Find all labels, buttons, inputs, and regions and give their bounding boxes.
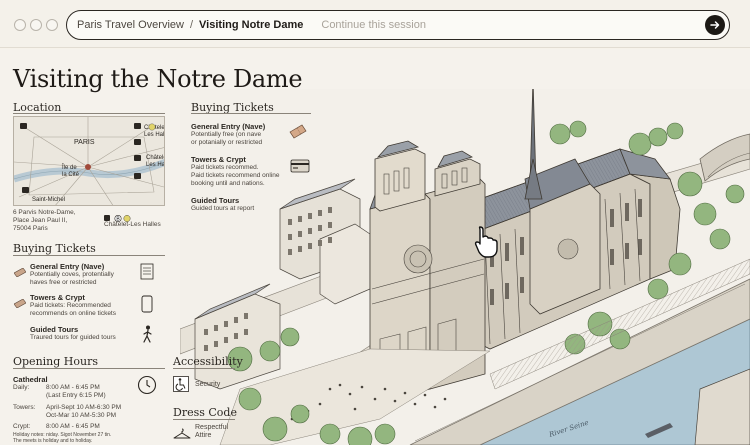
ticket-icon (289, 124, 307, 145)
dress-code-heading: Dress Code (173, 406, 237, 419)
cathedral-label: Cathedral (13, 375, 48, 384)
map-label-saint-michel: Saint-Michel (32, 197, 65, 203)
ticket-item-towers: Towers & Crypt Paid tickets recommed. Pa… (191, 155, 301, 187)
maximize-window-button[interactable] (46, 19, 58, 31)
hours-row-label: Daily: (13, 384, 30, 391)
page-content: River Seine Visiting the Notre Dame Loca… (0, 49, 750, 445)
ticket-item-general: General Entry (Nave) Potentially coves, … (30, 262, 140, 287)
breadcrumb-item[interactable]: Paris Travel Overview (77, 19, 184, 31)
location-map[interactable]: PARIS Île dela Cité Saint-Michel Châtele… (13, 116, 165, 206)
ticket-item-text: Potentially free (on nave or potanially … (191, 131, 263, 146)
accessibility-label: Security (195, 381, 221, 388)
ticket-item-guided: Guided Tours Traured tours for guided to… (30, 325, 140, 342)
continue-session-input[interactable] (321, 19, 702, 31)
ticket-item-general: General Entry (Nave) Potentially free (o… (191, 122, 301, 147)
map-label-chatelet-2: Châtelet-Les Halles (146, 155, 165, 168)
ticket-icon (13, 295, 27, 313)
buying-tickets-heading: Buying Tickets (13, 242, 96, 255)
map-label-chatelet-3: Châtelet-Les Halles (104, 221, 161, 228)
divider (173, 419, 235, 420)
hours-row-label: Crypt: (13, 423, 31, 430)
ticket-item-title: Towers & Crypt (30, 293, 85, 302)
session-bar: Paris Travel Overview / Visiting Notre D… (66, 10, 730, 40)
map-label-paris: PARIS (74, 139, 95, 146)
phone-icon (141, 295, 153, 318)
breadcrumb-separator: / (189, 19, 194, 31)
clock-icon (137, 375, 157, 400)
ticket-item-title: Guided Tours (30, 325, 79, 334)
ticket-item-title: General Entry (Nave) (191, 122, 266, 131)
hours-row-label: Towers: (13, 404, 36, 411)
hours-row-value: 8:00 AM - 6:45 PM (46, 423, 100, 430)
accessibility-heading: Accessibility (173, 355, 243, 368)
hours-row-value: 8:00 AM - 6:45 PM (Last Entry 6:15 PM) (46, 384, 106, 399)
ticket-item-text: Paid tickets: Recommended recommends on … (30, 302, 116, 317)
page-title: Visiting the Notre Dame (13, 65, 303, 93)
send-button[interactable] (705, 15, 725, 35)
wheelchair-icon (173, 376, 189, 397)
app-window: Paris Travel Overview / Visiting Notre D… (0, 0, 750, 445)
ticket-item-title: General Entry (Nave) (30, 262, 105, 271)
ticket-item-guided: Guided Tours Guided tours at report (191, 196, 301, 213)
ticket-icon (13, 264, 27, 282)
divider (191, 113, 311, 114)
divider (13, 113, 165, 114)
ticket-item-towers: Towers & Crypt Paid tickets: Recommended… (30, 293, 140, 318)
hanger-icon (173, 427, 191, 445)
ticket-item-text: Potentially coves, protentially haves fr… (30, 271, 114, 286)
breadcrumb-current: Visiting Notre Dame (199, 19, 304, 31)
opening-hours-heading: Opening Hours (13, 355, 98, 368)
ticket-item-text: Paid tickets recommed. Paid tickets reco… (191, 164, 280, 187)
close-window-button[interactable] (14, 19, 26, 31)
walking-person-icon (142, 325, 154, 348)
document-icon (140, 263, 154, 285)
dress-code-label: Respectful Attire (195, 424, 229, 439)
map-graphic: PARIS Île dela Cité Saint-Michel Châtele… (14, 117, 165, 205)
minimize-window-button[interactable] (30, 19, 42, 31)
ticket-item-text: Guided tours at report (191, 205, 255, 212)
divider (13, 368, 165, 369)
divider (13, 255, 165, 256)
holiday-note: Holiday notes: niday. Sigot November 27 … (13, 432, 112, 444)
divider (173, 368, 235, 369)
card-icon (290, 159, 310, 178)
hours-row-value: April-Sept 10 AM-6:30 PM Oct-Mar 10 AM-5… (46, 404, 122, 419)
ticket-item-title: Towers & Crypt (191, 155, 246, 164)
top-bar: Paris Travel Overview / Visiting Notre D… (0, 0, 750, 48)
ticket-item-title: Guided Tours (191, 196, 240, 205)
ticket-item-text: Traured tours for guided tours (30, 334, 116, 341)
arrow-right-icon (710, 21, 720, 29)
